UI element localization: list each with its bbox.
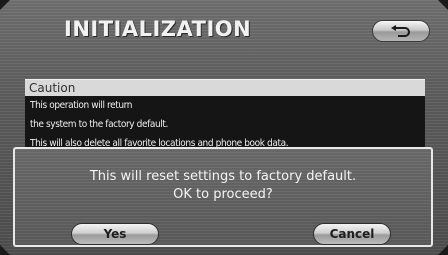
return-arrow-icon — [391, 25, 410, 37]
caution-header: Caution — [25, 79, 425, 96]
caution-line: This operation will return — [30, 100, 133, 111]
screen-corner — [438, 0, 448, 10]
dialog-message: This will reset settings to factory defa… — [89, 169, 357, 184]
caution-message-box: This operation will return the system to… — [25, 96, 425, 148]
cancel-button[interactable]: Cancel — [313, 223, 391, 245]
back-button[interactable] — [372, 20, 430, 42]
page-title: INITIALIZATION — [64, 17, 252, 41]
initialization-screen: INITIALIZATION Caution This operation wi… — [0, 0, 448, 255]
screen-corner — [438, 245, 448, 255]
screen-corner — [0, 0, 10, 10]
yes-button[interactable]: Yes — [71, 223, 159, 245]
confirm-dialog: This will reset settings to factory defa… — [13, 147, 433, 247]
caution-line: the system to the factory default. — [30, 119, 168, 130]
dialog-question: OK to proceed? — [173, 187, 273, 202]
screen-corner — [0, 245, 10, 255]
